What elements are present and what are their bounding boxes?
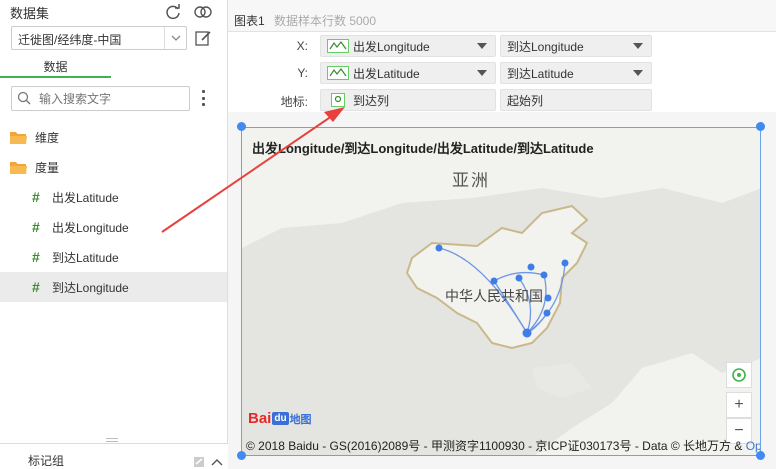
pill-label: 起始列 bbox=[507, 93, 544, 108]
chart-editor: 图表1 数据样本行数 5000 X: 出发Longitude 到达Longitu… bbox=[228, 0, 776, 469]
more-icon[interactable] bbox=[200, 90, 206, 106]
mark-pill-origin[interactable]: 起始列 bbox=[500, 89, 652, 111]
edit-icon[interactable] bbox=[193, 28, 213, 48]
chevron-down-icon[interactable] bbox=[477, 70, 487, 76]
chevron-down-icon[interactable] bbox=[164, 27, 186, 49]
location-pin-icon bbox=[331, 93, 345, 107]
field-label: 出发Latitude bbox=[52, 190, 119, 205]
x-shelf-label: X: bbox=[296, 39, 308, 53]
resize-handle[interactable] bbox=[756, 451, 765, 460]
measure-icon: # bbox=[32, 279, 40, 295]
mark-pill-destination[interactable]: 到达列 bbox=[320, 89, 496, 111]
search-icon bbox=[17, 91, 31, 108]
dataset-actions bbox=[163, 2, 213, 22]
y-pill-destination[interactable]: 到达Latitude bbox=[500, 62, 652, 84]
sample-count: 数据样本行数 5000 bbox=[274, 14, 377, 28]
chevron-down-icon[interactable] bbox=[633, 70, 643, 76]
folder-measures[interactable]: 度量 bbox=[0, 152, 227, 182]
search-input[interactable] bbox=[11, 86, 190, 111]
refresh-icon[interactable] bbox=[163, 2, 183, 22]
x-pill-origin[interactable]: 出发Longitude bbox=[320, 35, 496, 57]
locate-button[interactable] bbox=[726, 362, 752, 388]
folder-dimensions[interactable]: 维度 bbox=[0, 122, 227, 152]
folder-label: 维度 bbox=[35, 130, 60, 145]
field-item[interactable]: # 出发Longitude bbox=[0, 212, 227, 242]
measure-icon: # bbox=[32, 189, 40, 205]
data-panel: 数据集 迁徙图/经纬度-中国 数据 维度 bbox=[0, 0, 228, 469]
resize-handle[interactable] bbox=[237, 122, 246, 131]
geo-field-icon bbox=[327, 66, 349, 80]
shelf-area: X: 出发Longitude 到达Longitude Y: 出发Latitude… bbox=[228, 32, 776, 112]
dataset-select-value: 迁徙图/经纬度-中国 bbox=[18, 33, 122, 47]
zoom-in-button[interactable]: + bbox=[726, 392, 752, 418]
country-label: 中华人民共和国 bbox=[445, 288, 543, 304]
baidu-map-logo: Bai du 地图 bbox=[248, 410, 312, 427]
field-item[interactable]: # 到达Longitude bbox=[0, 272, 227, 302]
tab-data[interactable]: 数据 bbox=[0, 58, 111, 78]
link-icon[interactable] bbox=[193, 2, 213, 22]
y-shelf-label: Y: bbox=[297, 66, 308, 80]
x-pill-destination[interactable]: 到达Longitude bbox=[500, 35, 652, 57]
folder-icon bbox=[10, 131, 27, 144]
pill-label: 出发Longitude bbox=[353, 39, 430, 54]
settings-icon[interactable] bbox=[193, 456, 205, 468]
measure-icon: # bbox=[32, 219, 40, 235]
chart-topbar: 图表1 数据样本行数 5000 bbox=[228, 0, 776, 32]
map-chart[interactable]: 出发Longitude/到达Longitude/出发Latitude/到达Lat… bbox=[241, 127, 761, 456]
dataset-select[interactable]: 迁徙图/经纬度-中国 bbox=[11, 26, 187, 50]
marks-label: 标记组 bbox=[28, 454, 65, 468]
map-copyright: © 2018 Baidu - GS(2016)2089号 - 甲测资字11009… bbox=[246, 439, 761, 453]
folder-icon bbox=[10, 161, 27, 174]
resize-handle[interactable] bbox=[237, 451, 246, 460]
pill-label: 出发Latitude bbox=[353, 66, 420, 81]
marks-actions bbox=[193, 456, 223, 468]
chart-tab[interactable]: 图表1 bbox=[234, 12, 265, 29]
locate-icon bbox=[732, 368, 746, 382]
chart-heading: 出发Longitude/到达Longitude/出发Latitude/到达Lat… bbox=[252, 141, 594, 156]
y-pill-origin[interactable]: 出发Latitude bbox=[320, 62, 496, 84]
field-item[interactable]: # 出发Latitude bbox=[0, 182, 227, 212]
chevron-down-icon[interactable] bbox=[633, 43, 643, 49]
field-label: 到达Longitude bbox=[52, 280, 129, 295]
field-label: 出发Longitude bbox=[52, 220, 129, 235]
mark-shelf-label: 地标: bbox=[280, 95, 308, 109]
field-item[interactable]: # 到达Latitude bbox=[0, 242, 227, 272]
pill-label: 到达列 bbox=[353, 93, 390, 108]
collapse-icon[interactable] bbox=[211, 458, 223, 466]
geo-field-icon bbox=[327, 39, 349, 53]
field-label: 到达Latitude bbox=[52, 250, 119, 265]
dataset-label: 数据集 bbox=[10, 6, 50, 21]
continent-label: 亚洲 bbox=[452, 171, 490, 190]
pill-label: 到达Longitude bbox=[507, 39, 584, 54]
pill-label: 到达Latitude bbox=[507, 66, 574, 81]
resize-handle[interactable] bbox=[756, 122, 765, 131]
resize-grip[interactable] bbox=[106, 438, 118, 442]
chevron-down-icon[interactable] bbox=[477, 43, 487, 49]
measure-icon: # bbox=[32, 249, 40, 265]
app-root: 数据集 迁徙图/经纬度-中国 数据 维度 bbox=[0, 0, 776, 469]
folder-label: 度量 bbox=[35, 160, 60, 175]
